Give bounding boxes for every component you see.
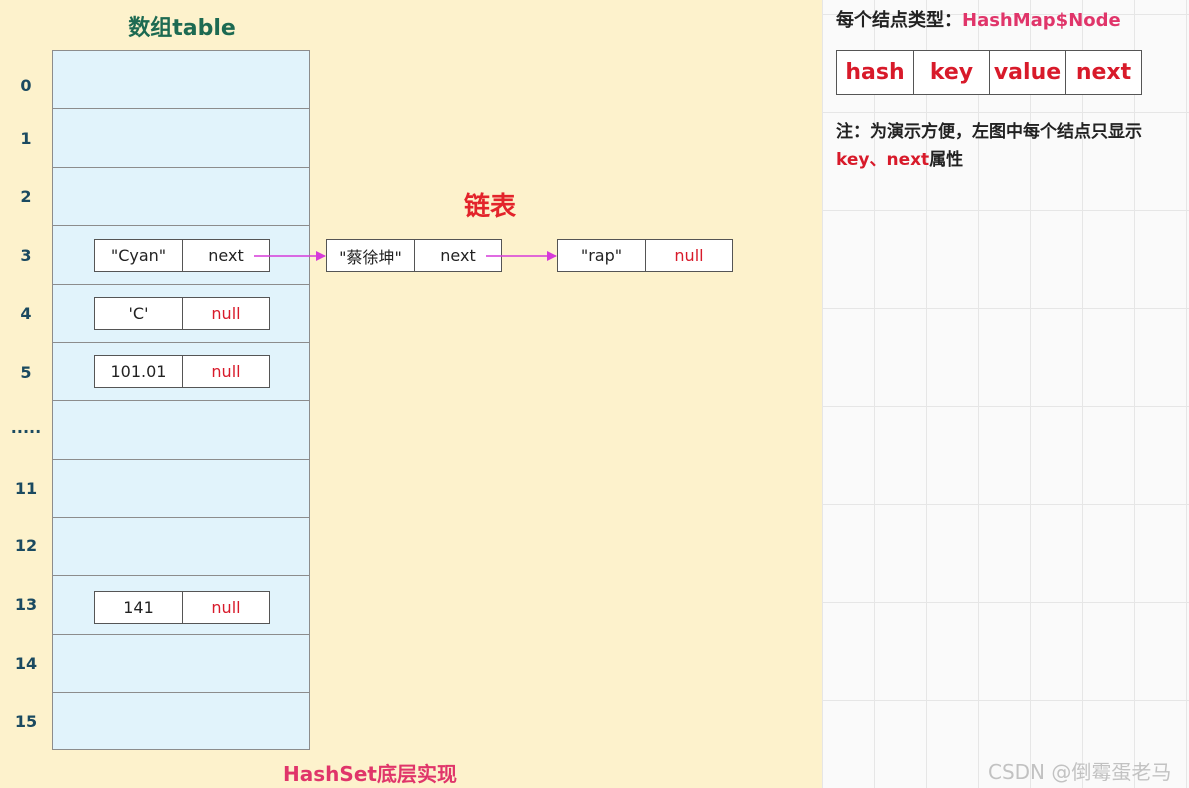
node-key-cell: 141	[123, 598, 154, 617]
row-divider	[53, 167, 309, 168]
node-next-cell: next	[182, 240, 269, 271]
field-value: value	[989, 51, 1065, 94]
chain-node-2: "rap" null	[557, 239, 733, 272]
chain-node-1: "蔡徐坤" next	[326, 239, 502, 272]
note-keys: key、next	[836, 150, 930, 170]
index-label-3: 3	[20, 246, 32, 265]
row-divider	[53, 108, 309, 109]
node-type-name: HashMap$Node	[962, 10, 1121, 31]
node-next-cell: null	[182, 592, 269, 623]
row-divider	[53, 284, 309, 285]
row-divider	[53, 575, 309, 576]
node-row-3: "Cyan" next	[94, 239, 270, 272]
index-label-4: 4	[20, 304, 32, 323]
index-label-12: 12	[14, 536, 38, 555]
node-key-cell: "rap"	[580, 246, 623, 265]
row-divider	[53, 634, 309, 635]
index-label-2: 2	[20, 187, 32, 206]
index-label-13: 13	[14, 595, 38, 614]
index-label-ellipsis: .....	[10, 418, 42, 437]
linked-list-title: 链表	[463, 192, 516, 222]
node-fields-table: hash key value next	[836, 50, 1142, 95]
node-row-13: 141 null	[94, 591, 270, 624]
note-text: 注：为演示方便，左图中每个结点只显示 key、next属性	[836, 118, 1186, 174]
node-type-line: 每个结点类型：HashMap$Node	[836, 6, 1121, 32]
row-divider	[53, 342, 309, 343]
node-key-cell: 101.01	[110, 362, 167, 381]
node-next-cell: next	[414, 240, 501, 271]
node-row-5: 101.01 null	[94, 355, 270, 388]
node-key-cell: "Cyan"	[110, 246, 167, 265]
row-divider	[53, 459, 309, 460]
node-row-4: 'C' null	[94, 297, 270, 330]
hash-table-array	[52, 50, 310, 750]
node-next-cell: null	[182, 298, 269, 329]
row-divider	[53, 692, 309, 693]
node-next-cell: null	[182, 356, 269, 387]
diagram-canvas: 数组table 0 1 2 3 4 5 ..... 11 12 13 14 15…	[0, 0, 1189, 788]
node-key-cell: 'C'	[128, 304, 149, 323]
node-type-prefix: 每个结点类型：	[836, 10, 962, 31]
diagram-panel: 数组table 0 1 2 3 4 5 ..... 11 12 13 14 15…	[0, 0, 822, 788]
row-divider	[53, 400, 309, 401]
node-next-cell: null	[645, 240, 732, 271]
row-divider	[53, 517, 309, 518]
row-divider	[53, 225, 309, 226]
index-label-11: 11	[14, 479, 38, 498]
note-main: 注：为演示方便，左图中每个结点只显示	[836, 122, 1142, 142]
field-hash: hash	[845, 60, 905, 85]
index-label-15: 15	[14, 712, 38, 731]
note-suffix: 属性	[929, 150, 964, 170]
field-next: next	[1065, 51, 1141, 94]
index-label-5: 5	[20, 363, 32, 382]
index-label-14: 14	[14, 654, 38, 673]
watermark: CSDN @倒霉蛋老马	[988, 760, 1172, 784]
field-key: key	[913, 51, 989, 94]
index-label-0: 0	[20, 76, 32, 95]
diagram-caption: HashSet底层实现	[283, 762, 457, 786]
index-label-1: 1	[20, 129, 32, 148]
node-key-cell: "蔡徐坤"	[339, 247, 402, 267]
array-title: 数组table	[128, 16, 236, 41]
